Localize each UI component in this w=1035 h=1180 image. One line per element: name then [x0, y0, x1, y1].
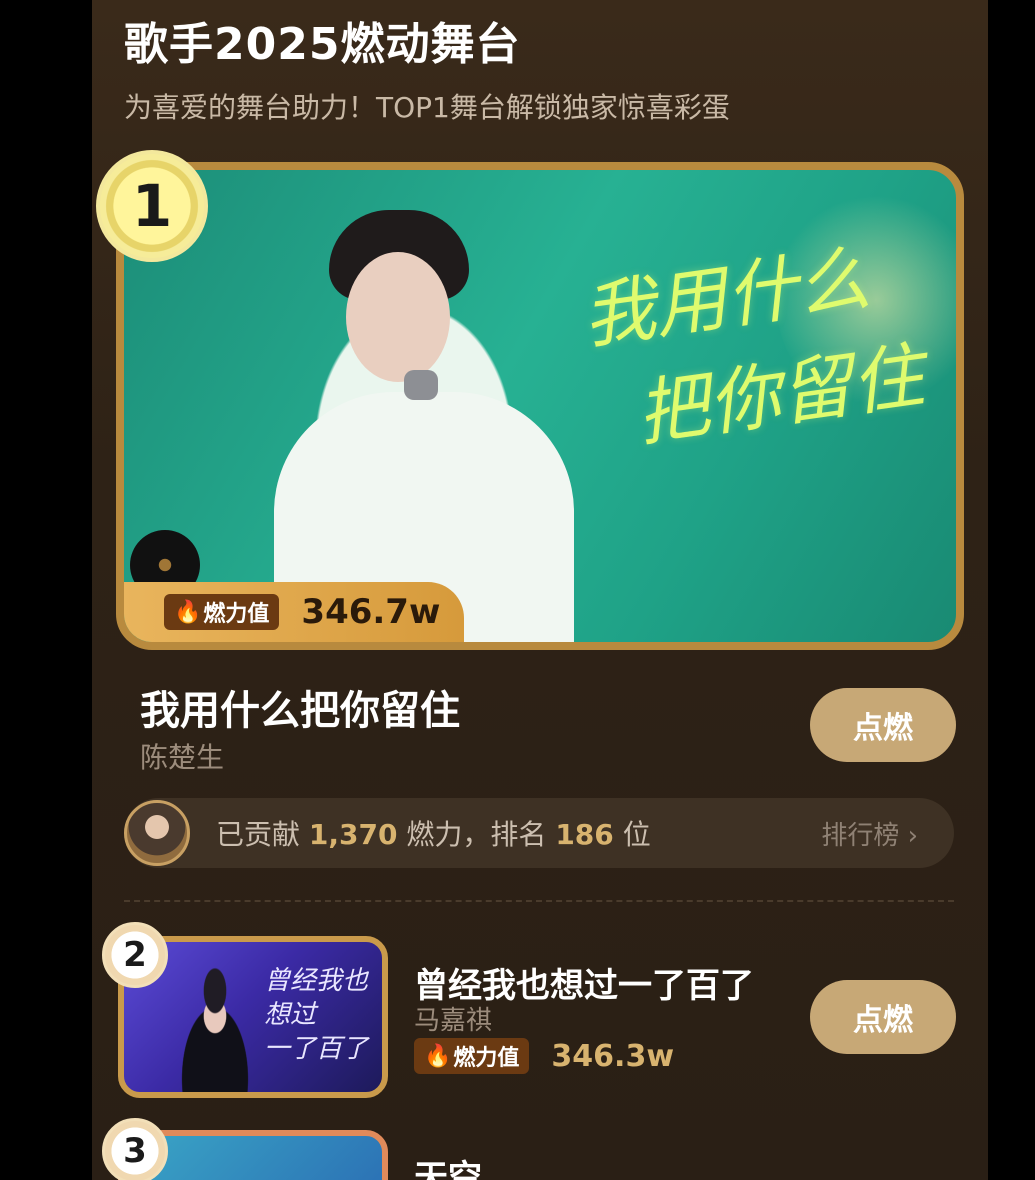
contribution-bar: 已贡献 1,370 燃力，排名 186 位 排行榜 ›: [124, 798, 954, 868]
stage-ranking-panel: 歌手2025燃动舞台 为喜爱的舞台助力！TOP1舞台解锁独家惊喜彩蛋 我用什么 …: [92, 0, 988, 1180]
contribution-text: 已贡献 1,370 燃力，排名 186 位: [216, 813, 651, 853]
contrib-points: 1,370: [308, 818, 398, 851]
cover-script-line2: 一了百了: [264, 1034, 369, 1064]
heat-bar: 🔥 燃力值 346.7w: [124, 582, 464, 642]
heat-label-2: 燃力值: [453, 1046, 520, 1071]
page-title: 歌手2025燃动舞台: [124, 19, 521, 70]
user-avatar[interactable]: [124, 800, 190, 866]
heat-badge-2: 🔥 燃力值: [414, 1038, 530, 1074]
song-title: 我用什么把你留住: [140, 688, 460, 734]
cover-lyric: 我用什么 把你留住: [576, 220, 930, 472]
cover-script-2: 曾经我也想过 一了百了: [264, 964, 382, 1066]
heat-value: 346.7w: [301, 592, 441, 632]
rank-badge-1: 1: [96, 150, 208, 262]
chevron-right-icon: ›: [907, 820, 918, 851]
rank-badge-2: 2: [102, 922, 168, 988]
divider: [124, 900, 954, 902]
contrib-rank: 186: [555, 818, 614, 851]
flame-icon: 🔥: [174, 599, 202, 625]
song-title-3: 天空: [414, 1158, 482, 1180]
artist-name: 陈楚生: [140, 741, 225, 774]
ignite-button[interactable]: 点燃: [810, 688, 956, 762]
rank-badge-3: 3: [102, 1118, 168, 1180]
contrib-prefix: 已贡献: [216, 818, 301, 851]
top-stage-card[interactable]: 我用什么 把你留住 🔥 燃力值 346.7w: [116, 162, 964, 650]
heat-label: 燃力值: [203, 602, 270, 627]
singer-photo-2: [160, 960, 270, 1092]
heat-badge: 🔥 燃力值: [164, 594, 280, 630]
flame-icon: 🔥: [424, 1043, 452, 1069]
contrib-points-unit: 燃力，排名: [406, 818, 547, 851]
ignite-button-2[interactable]: 点燃: [810, 980, 956, 1054]
page-subtitle: 为喜爱的舞台助力！TOP1舞台解锁独家惊喜彩蛋: [124, 91, 730, 124]
cover-script-line1: 曾经我也想过: [264, 966, 369, 1030]
leaderboard-label: 排行榜: [821, 820, 900, 851]
leaderboard-link[interactable]: 排行榜 ›: [821, 815, 918, 852]
heat-row-2: 🔥 燃力值 346.3w: [414, 1038, 674, 1074]
contrib-rank-unit: 位: [622, 818, 651, 851]
artist-name-2: 马嘉祺: [414, 1006, 493, 1036]
heat-value-2: 346.3w: [551, 1038, 675, 1074]
